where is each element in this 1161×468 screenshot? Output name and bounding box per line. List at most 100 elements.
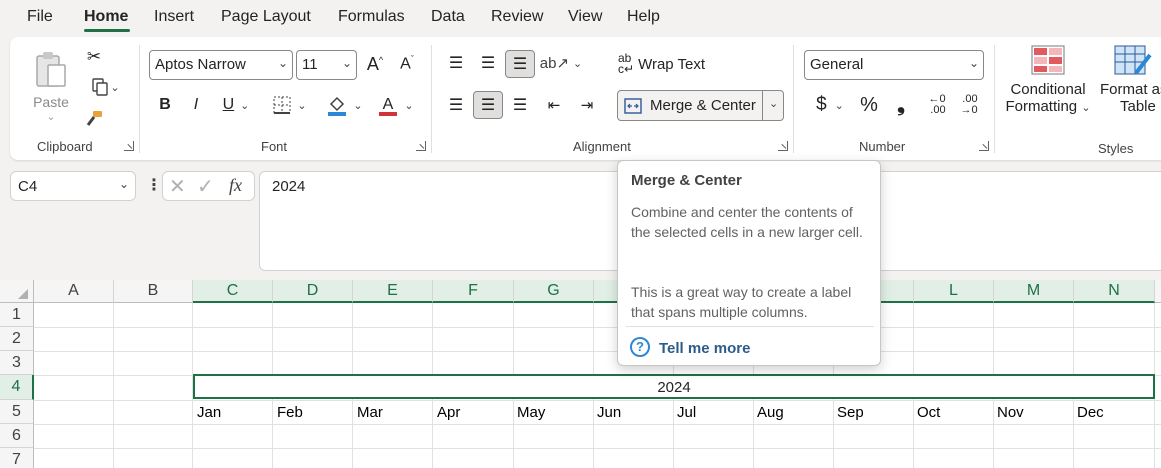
column-header-n[interactable]: N	[1074, 280, 1155, 303]
merge-center-button[interactable]: Merge & Center ⌄	[617, 90, 784, 121]
insert-function-icon[interactable]: fx	[229, 175, 242, 196]
cell-i5[interactable]: Jul	[677, 404, 696, 421]
percent-style-button[interactable]: %	[856, 91, 882, 119]
enter-icon[interactable]: ✓	[197, 174, 214, 199]
tab-file[interactable]: File	[27, 8, 53, 26]
cell-f5[interactable]: Apr	[437, 404, 460, 421]
column-header-l[interactable]: L	[914, 280, 994, 303]
tab-insert[interactable]: Insert	[154, 8, 194, 26]
comma-style-button[interactable]: ❟	[890, 91, 912, 119]
row-header-7[interactable]: 7	[0, 448, 34, 468]
format-painter-button[interactable]	[82, 107, 106, 131]
font-size-select[interactable]: 11 ⌄	[296, 50, 357, 80]
help-icon: ?	[630, 337, 650, 357]
conditional-formatting-label-1: Conditional	[1010, 81, 1086, 98]
column-header-c[interactable]: C	[193, 280, 273, 303]
column-header-e[interactable]: E	[353, 280, 433, 303]
font-launcher-icon[interactable]	[416, 141, 426, 151]
number-format-select[interactable]: General ⌄	[804, 50, 984, 80]
cell-l5[interactable]: Oct	[917, 404, 940, 421]
cell-n5[interactable]: Dec	[1077, 404, 1104, 421]
increase-decimal-button[interactable]: ←0.00	[924, 91, 950, 119]
fill-color-button[interactable]: ⌄	[324, 93, 366, 117]
orientation-button[interactable]: ab↗ ⌄	[540, 51, 582, 75]
increase-font-size-button[interactable]: A^	[362, 51, 388, 77]
chevron-down-icon[interactable]: ⌄	[769, 97, 778, 110]
tab-home[interactable]: Home	[84, 8, 128, 26]
middle-align-button[interactable]: ☰	[475, 51, 501, 75]
cell-m5[interactable]: Nov	[997, 404, 1024, 421]
italic-button[interactable]: I	[185, 93, 207, 117]
cell-e5[interactable]: Mar	[357, 404, 383, 421]
bottom-align-button[interactable]: ☰	[505, 50, 535, 78]
tooltip-tip: This is a great way to create a label th…	[631, 284, 852, 320]
select-all-corner[interactable]	[0, 280, 34, 303]
tab-data[interactable]: Data	[431, 8, 465, 26]
currency-format-button[interactable]: $ ⌄	[810, 91, 850, 119]
scissors-icon: ✂	[86, 47, 102, 66]
column-header-partial	[1155, 280, 1161, 303]
font-name-value: Aptos Narrow	[155, 56, 246, 73]
tab-review[interactable]: Review	[491, 8, 543, 26]
tab-page-layout[interactable]: Page Layout	[221, 8, 311, 26]
cell-k5[interactable]: Sep	[837, 404, 864, 421]
paste-button[interactable]: Paste ⌄	[30, 45, 72, 127]
alignment-launcher-icon[interactable]	[778, 141, 788, 151]
chevron-down-icon: ⌄	[341, 56, 352, 70]
merged-cell-c4[interactable]: 2024	[193, 374, 1155, 399]
tab-help[interactable]: Help	[627, 8, 660, 26]
cut-button[interactable]: ✂	[82, 45, 106, 69]
increase-font-icon: A^	[366, 53, 384, 74]
cell-j5[interactable]: Aug	[757, 404, 784, 421]
wrap-text-label: Wrap Text	[638, 55, 706, 73]
row-header-3[interactable]: 3	[0, 351, 34, 375]
top-align-button[interactable]: ☰	[443, 51, 469, 75]
cell-h5[interactable]: Jun	[597, 404, 621, 421]
font-name-select[interactable]: Aptos Narrow ⌄	[149, 50, 293, 80]
number-launcher-icon[interactable]	[979, 141, 989, 151]
wrap-text-button[interactable]: ab c↵ Wrap Text	[618, 51, 718, 77]
format-as-table-label-2: Table	[1120, 98, 1156, 115]
column-header-d[interactable]: D	[273, 280, 353, 303]
cell-g5[interactable]: May	[517, 404, 545, 421]
row-header-4[interactable]: 4	[0, 375, 34, 400]
decrease-indent-button[interactable]: ⇤	[541, 92, 567, 118]
copy-button[interactable]: ⌄	[82, 75, 128, 99]
column-header-g[interactable]: G	[514, 280, 594, 303]
format-as-table-button[interactable]: Format as Table ⌄	[1096, 45, 1161, 131]
row-header-6[interactable]: 6	[0, 424, 34, 448]
column-header-m[interactable]: M	[994, 280, 1074, 303]
conditional-formatting-button[interactable]: Conditional Formatting ⌄	[1004, 45, 1092, 131]
borders-button[interactable]: ⌄	[268, 93, 312, 117]
column-header-a[interactable]: A	[34, 280, 114, 303]
align-left-button[interactable]: ☰	[443, 92, 469, 118]
align-right-button[interactable]: ☰	[507, 92, 533, 118]
tab-formulas[interactable]: Formulas	[338, 8, 405, 26]
group-separator	[139, 45, 140, 153]
column-header-f[interactable]: F	[433, 280, 514, 303]
cell-c5[interactable]: Jan	[197, 404, 221, 421]
clipboard-launcher-icon[interactable]	[124, 141, 134, 151]
tab-view[interactable]: View	[568, 8, 602, 26]
more-options-icon[interactable]: ⋮	[146, 175, 162, 195]
number-group-label: Number	[859, 139, 906, 154]
format-as-table-icon	[1114, 45, 1152, 75]
alignment-group-label: Alignment	[573, 139, 631, 154]
bold-button[interactable]: B	[154, 93, 176, 117]
row-header-5[interactable]: 5	[0, 400, 34, 424]
decrease-font-size-button[interactable]: Aˇ	[394, 51, 420, 77]
cancel-icon[interactable]: ✕	[169, 174, 186, 199]
font-color-button[interactable]: A ⌄	[375, 93, 417, 117]
row-header-1[interactable]: 1	[0, 303, 34, 327]
name-box[interactable]: C4 ⌄	[10, 171, 136, 201]
align-center-button[interactable]: ☰	[473, 91, 503, 119]
increase-indent-button[interactable]: ⇥	[574, 92, 600, 118]
name-box-value: C4	[18, 178, 38, 195]
tell-me-more-link[interactable]: Tell me more	[659, 340, 750, 357]
cell-d5[interactable]: Feb	[277, 404, 303, 421]
decrease-decimal-button[interactable]: .00 →0	[956, 91, 982, 119]
tooltip-description: Combine and center the contents of the s…	[631, 204, 863, 240]
column-header-b[interactable]: B	[114, 280, 193, 303]
underline-button[interactable]: U ⌄	[216, 93, 256, 117]
row-header-2[interactable]: 2	[0, 327, 34, 351]
